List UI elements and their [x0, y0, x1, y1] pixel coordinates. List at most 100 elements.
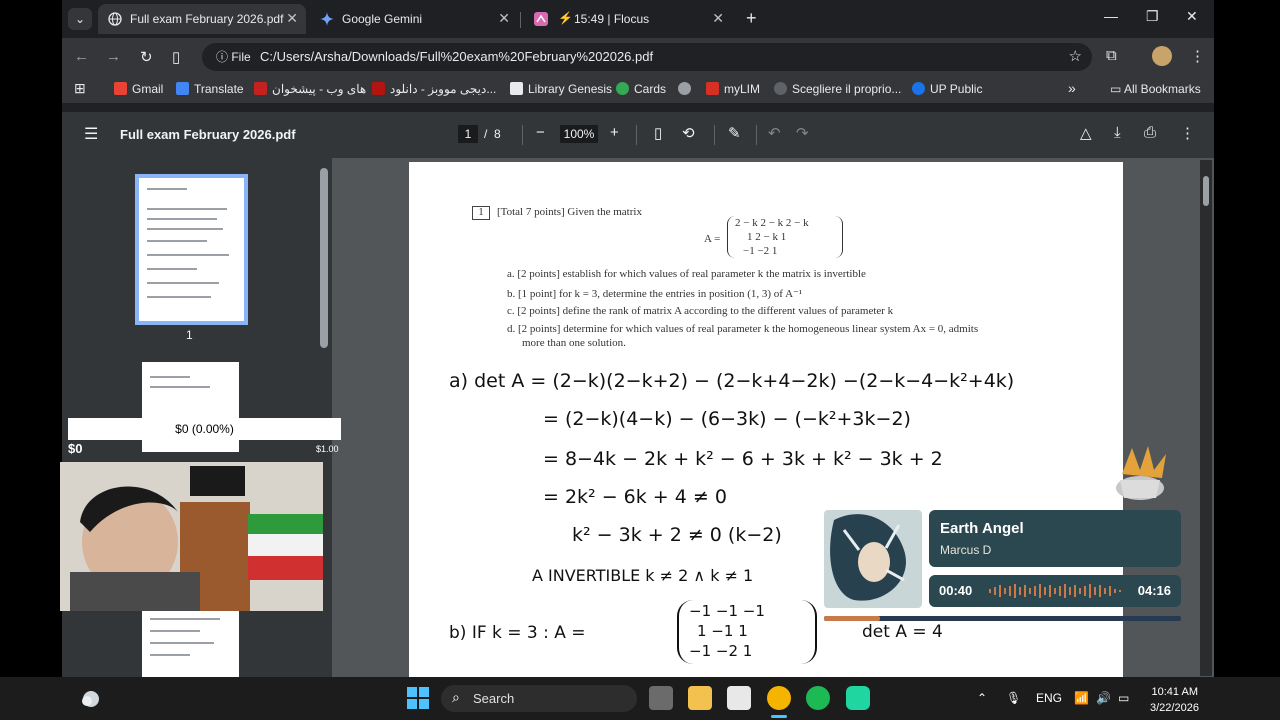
- chrome-icon[interactable]: [767, 686, 791, 710]
- taskbar-search[interactable]: ⌕ Search: [441, 685, 637, 712]
- more-vertical-icon[interactable]: ⋮: [1190, 47, 1205, 65]
- print-icon[interactable]: ⎙: [1144, 124, 1156, 141]
- bookmark-up-public[interactable]: UP Public: [912, 82, 982, 96]
- search-label: Search: [473, 691, 515, 706]
- fries-sticker-icon: [1116, 446, 1166, 500]
- microsoft-store-icon[interactable]: [727, 686, 751, 710]
- handwriting-line: det A = 4: [862, 622, 943, 642]
- hamburger-menu-icon[interactable]: ☰: [84, 124, 98, 144]
- matrix-row: −1 −2 1: [743, 245, 778, 257]
- thumbnail-label: 1: [186, 328, 193, 342]
- duration-time: 04:16: [1137, 583, 1171, 598]
- tab-flocus[interactable]: 15:49 | Flocus ⚡ ✕: [524, 4, 732, 34]
- handwriting-line: A INVERTIBLE k ≠ 2 ∧ k ≠ 1: [532, 566, 754, 585]
- handwriting-line: a) det A = (2−k)(2−k+2) − (2−k+4−2k) −(2…: [449, 370, 1015, 392]
- close-window-icon[interactable]: ✕: [1186, 8, 1198, 25]
- now-playing-card: Earth Angel Marcus D: [929, 510, 1181, 567]
- handwriting-matrix-row: −1 −1 −1: [689, 602, 765, 620]
- taskbar: ⌕ Search ⌃ 🎙 ENG 📶 🔊 ▭ 10:41 AM 3/22/202…: [0, 677, 1280, 720]
- weather-cloud-icon[interactable]: [80, 688, 102, 708]
- zoom-in-icon[interactable]: +: [610, 124, 619, 141]
- bookmark-translate[interactable]: Translate: [176, 82, 244, 96]
- bookmark-cards[interactable]: Cards: [616, 82, 666, 96]
- bookmark-mylim[interactable]: myLIM: [706, 82, 760, 96]
- wifi-icon[interactable]: 📶: [1074, 691, 1089, 705]
- redo-icon[interactable]: ↷: [796, 124, 809, 142]
- volume-icon[interactable]: 🔊: [1096, 691, 1111, 705]
- artist-name: Marcus D: [940, 543, 992, 557]
- playback-progress-bar[interactable]: [824, 616, 1181, 621]
- handwriting-matrix-row: −1 −2 1: [689, 642, 753, 660]
- desktop: ⌄ Full exam February 2026.pdf ✕ Google G…: [0, 0, 1280, 720]
- extensions-icon[interactable]: ⧉: [1106, 47, 1117, 64]
- spotify-icon[interactable]: [806, 686, 830, 710]
- apps-grid-icon[interactable]: ⊞: [74, 80, 86, 97]
- scrollbar-thumb[interactable]: [1203, 176, 1209, 206]
- game-app-icon[interactable]: [846, 686, 870, 710]
- annotate-pen-icon[interactable]: ✎: [728, 124, 741, 142]
- divider: [756, 125, 757, 145]
- chevron-right-double-icon[interactable]: »: [1068, 80, 1076, 96]
- page-thumbnail-1[interactable]: [135, 174, 248, 325]
- reload-icon[interactable]: ↻: [140, 48, 153, 66]
- chevron-up-icon[interactable]: ⌃: [977, 691, 987, 705]
- viewer-scrollbar[interactable]: [1200, 160, 1212, 676]
- fit-page-icon[interactable]: ▯: [654, 124, 662, 142]
- system-clock[interactable]: 10:41 AM 3/22/2026: [1150, 684, 1199, 716]
- close-tab-icon[interactable]: ✕: [712, 10, 724, 27]
- bookmark-persian-web[interactable]: های وب - پیشخوان: [254, 82, 366, 96]
- more-vertical-icon[interactable]: ⋮: [1180, 124, 1195, 142]
- site-icon: [372, 82, 385, 95]
- bookmark-library-genesis[interactable]: Library Genesis: [510, 82, 612, 96]
- pdf-toolbar: ☰ Full exam February 2026.pdf 1 / 8 − 10…: [62, 112, 1214, 158]
- all-bookmarks[interactable]: ▭ All Bookmarks: [1110, 82, 1201, 96]
- windows-start-icon[interactable]: [407, 687, 429, 709]
- task-view-icon[interactable]: [649, 686, 673, 710]
- folder-icon: ▭: [1110, 82, 1125, 96]
- file-explorer-icon[interactable]: [688, 686, 712, 710]
- language-indicator[interactable]: ENG: [1036, 691, 1062, 705]
- sidebar-scrollbar[interactable]: [320, 168, 328, 348]
- new-tab-plus-icon[interactable]: +: [746, 8, 757, 29]
- album-art: [824, 510, 922, 608]
- stock-widget-left: $0: [68, 441, 83, 456]
- bookmarks-bar: ⊞ Gmail Translate های وب - پیشخوان دیجی …: [62, 76, 1214, 104]
- forward-arrow-icon[interactable]: →: [106, 48, 121, 65]
- search-icon: ⌕: [452, 689, 460, 705]
- back-arrow-icon[interactable]: ←: [74, 48, 89, 65]
- address-bar[interactable]: ⓘ File C:/Users/Arsha/Downloads/Full%20e…: [202, 43, 1092, 71]
- rotate-icon[interactable]: ⟲: [682, 124, 695, 142]
- bookmark-digimoviez[interactable]: دیجی مووبز - دانلود...: [372, 82, 496, 96]
- question-number: 1: [472, 206, 490, 220]
- split-view-icon[interactable]: ▯: [172, 48, 180, 66]
- battery-icon[interactable]: ▭: [1118, 691, 1129, 705]
- waveform-icon[interactable]: [989, 584, 1121, 598]
- divider: [636, 125, 637, 145]
- matrix-row: 1 2 − k 1: [747, 231, 787, 243]
- zoom-level-input[interactable]: 100%: [560, 125, 598, 143]
- tab-pdf[interactable]: Full exam February 2026.pdf ✕: [98, 4, 306, 34]
- tab-gemini[interactable]: Google Gemini ✕: [310, 4, 518, 34]
- restore-icon[interactable]: ❐: [1146, 8, 1159, 25]
- close-tab-icon[interactable]: ✕: [498, 10, 510, 27]
- page-number-input[interactable]: 1: [458, 125, 478, 143]
- bookmark-globe[interactable]: [678, 82, 696, 96]
- undo-icon[interactable]: ↶: [768, 124, 781, 142]
- close-tab-icon[interactable]: ✕: [286, 10, 298, 27]
- zoom-out-icon[interactable]: −: [536, 124, 545, 141]
- site-info-chip[interactable]: ⓘ File: [210, 47, 257, 67]
- microphone-icon[interactable]: 🎙: [1006, 691, 1021, 705]
- bookmark-gmail[interactable]: Gmail: [114, 82, 163, 96]
- clock-date: 3/22/2026: [1150, 702, 1199, 714]
- question-header: [Total 7 points] Given the matrix: [497, 206, 642, 218]
- avatar[interactable]: [1152, 46, 1172, 66]
- tab-search-chevron-icon[interactable]: ⌄: [68, 8, 92, 30]
- bookmark-star-icon[interactable]: ☆: [1069, 47, 1082, 65]
- tab-title: Google Gemini: [342, 12, 423, 26]
- drive-save-icon[interactable]: △: [1080, 124, 1092, 142]
- page-thumbnail-3[interactable]: [142, 610, 239, 677]
- bookmark-scegliere[interactable]: Scegliere il proprio...: [774, 82, 901, 96]
- download-icon[interactable]: ⤓: [1114, 124, 1121, 141]
- minimize-icon[interactable]: —: [1104, 8, 1118, 24]
- question-item-d: d. [2 points] determine for which values…: [507, 323, 979, 335]
